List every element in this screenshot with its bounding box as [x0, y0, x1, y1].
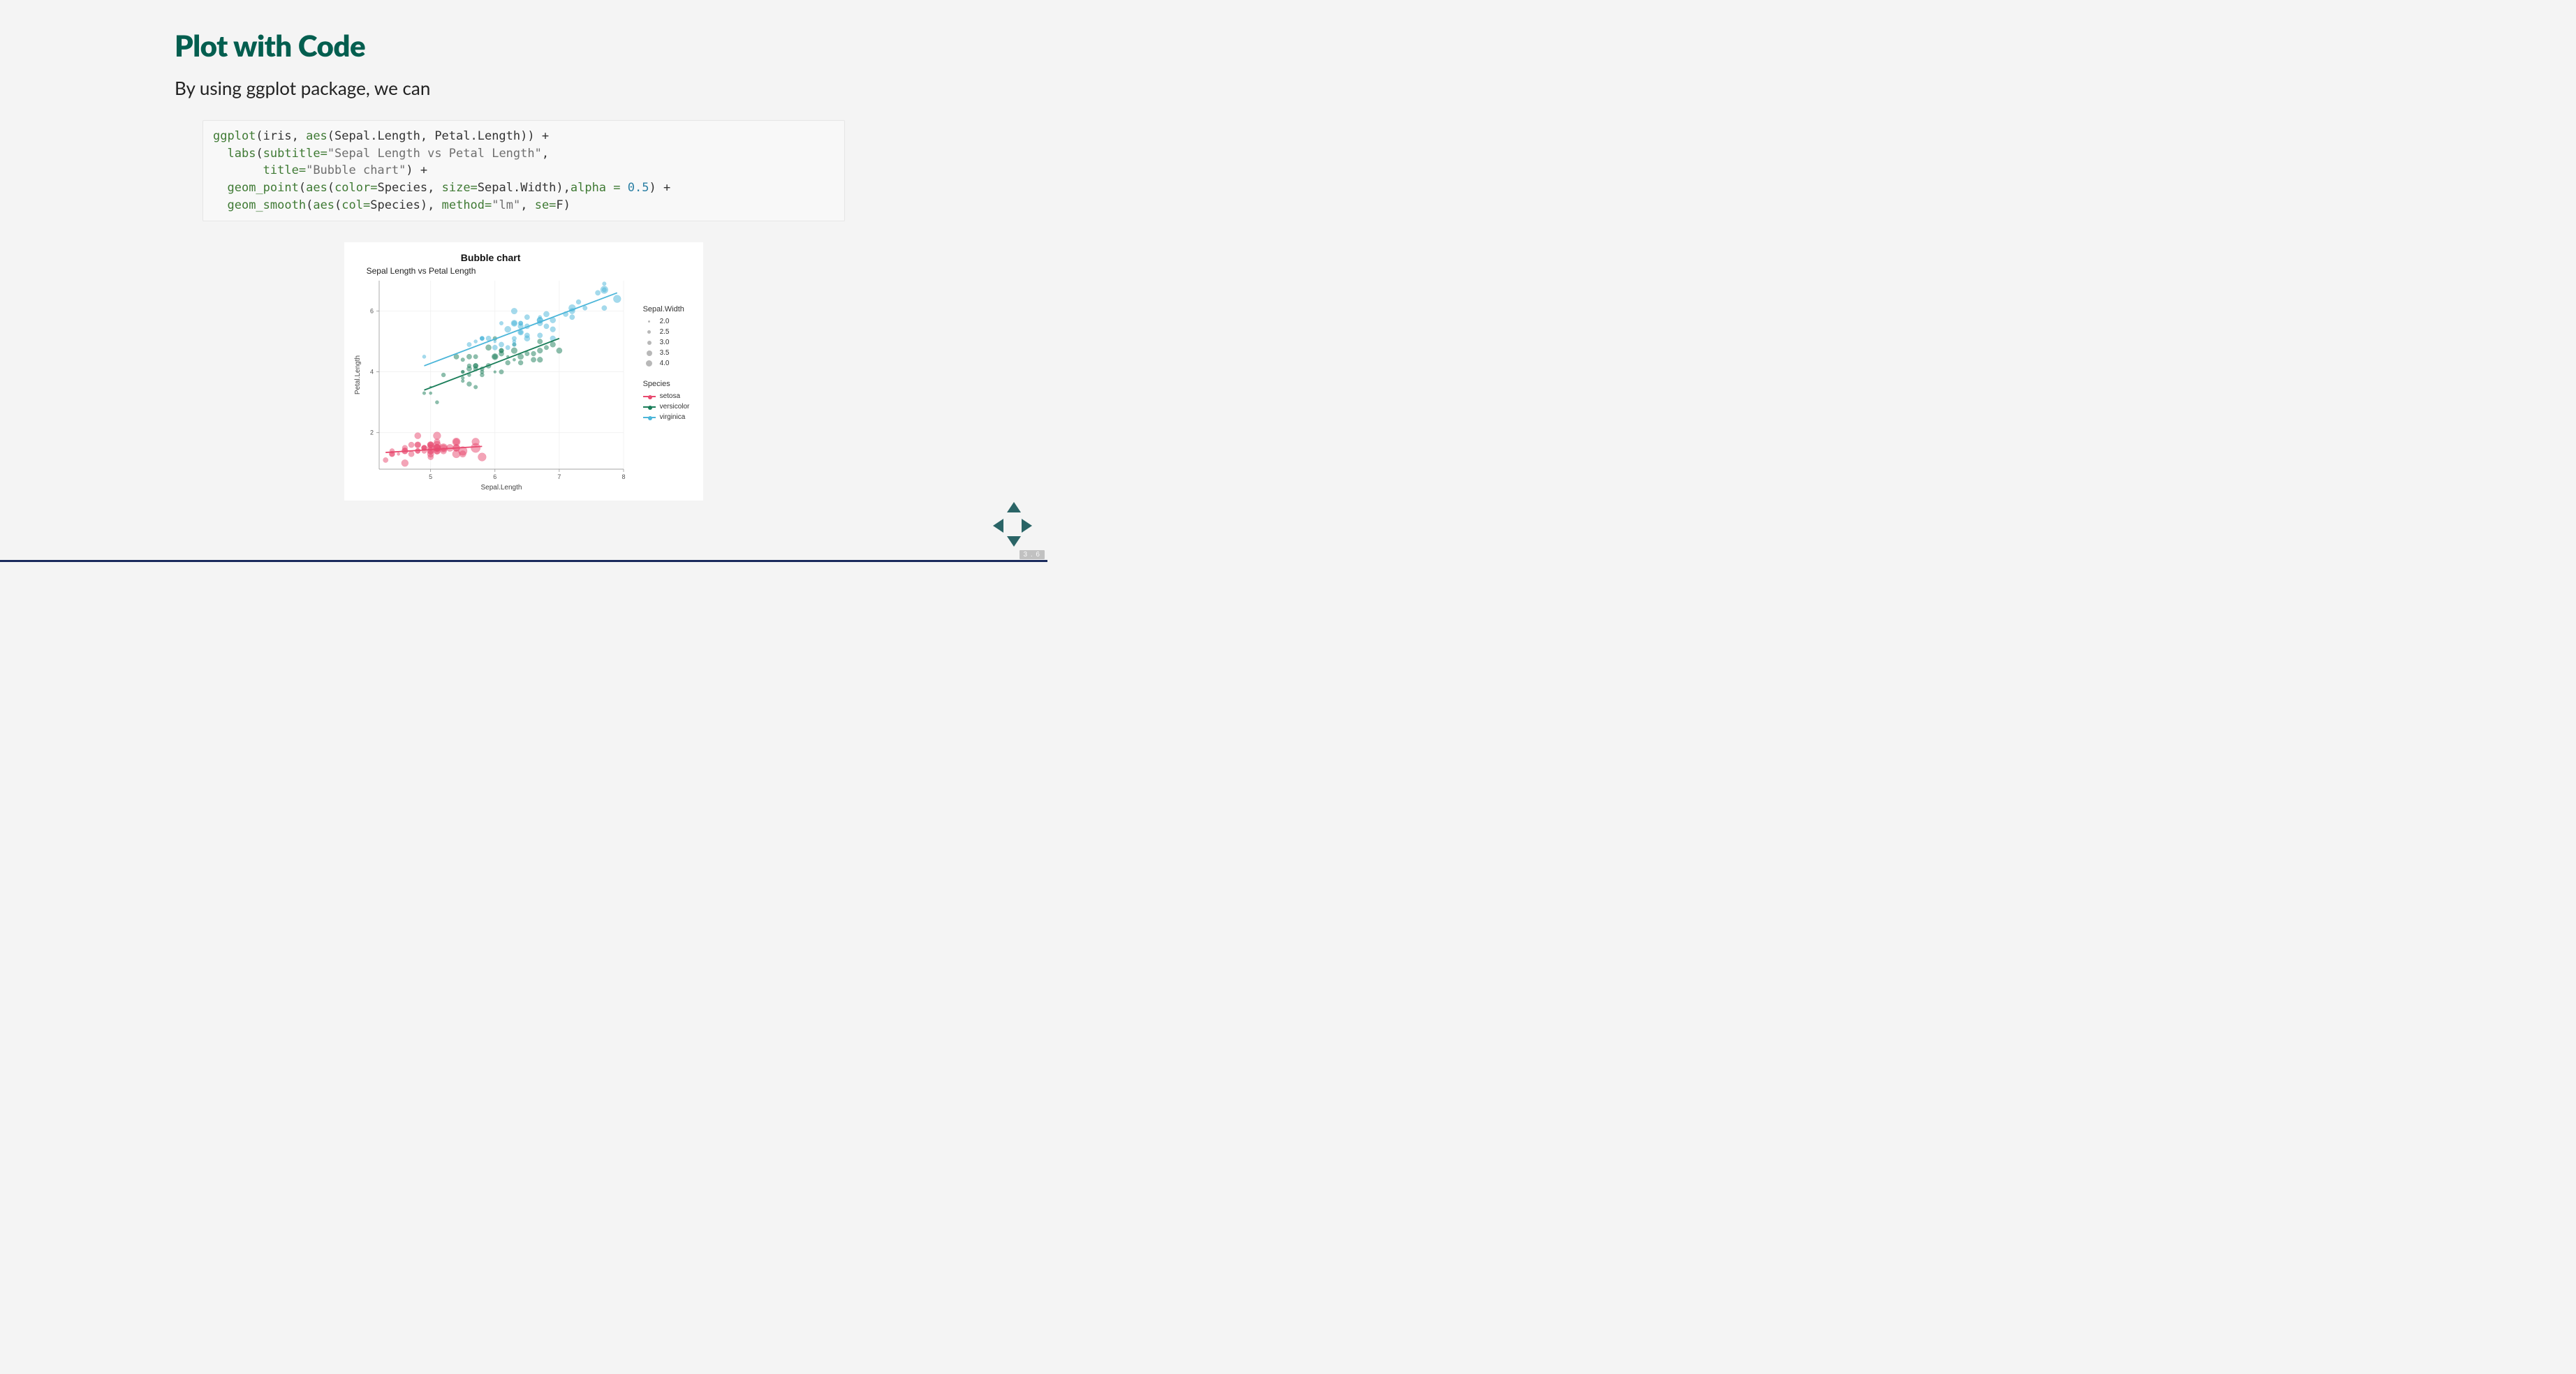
page-number[interactable]: 3 . 6 [1020, 550, 1045, 559]
nav-down-icon[interactable] [1007, 536, 1021, 547]
slide-nav [990, 502, 1035, 547]
nav-left-icon[interactable] [993, 519, 1003, 533]
chart-box: Bubble chart Sepal Length vs Petal Lengt… [344, 242, 704, 501]
nav-up-icon[interactable] [1007, 502, 1021, 512]
svg-text:7: 7 [557, 473, 561, 480]
slide-title: Plot with Code [175, 28, 873, 63]
scatter-plot: 5 6 7 8 2 4 6 Sepal.Length Petal.Length [351, 277, 631, 494]
chart-title: Bubble chart [351, 252, 631, 263]
nav-right-icon[interactable] [1022, 519, 1032, 533]
code-block: ggplot(iris, aes(Sepal.Length, Petal.Len… [203, 120, 845, 221]
svg-text:5: 5 [429, 473, 432, 480]
svg-text:Petal.Length: Petal.Length [354, 355, 362, 394]
slide: Plot with Code By using ggplot package, … [0, 0, 1047, 562]
svg-text:6: 6 [493, 473, 496, 480]
svg-text:4: 4 [370, 369, 374, 376]
svg-text:2: 2 [370, 429, 374, 436]
chart-subtitle: Sepal Length vs Petal Length [367, 266, 476, 276]
plot-column: Bubble chart Sepal Length vs Petal Lengt… [351, 249, 631, 494]
slide-body-text: By using ggplot package, we can [175, 77, 873, 99]
chart-area: Bubble chart Sepal Length vs Petal Lengt… [175, 242, 873, 501]
chart-legend: Sepal.Width2.02.53.03.54.0Speciessetosav… [643, 305, 690, 424]
svg-text:8: 8 [621, 473, 625, 480]
svg-text:6: 6 [370, 308, 374, 315]
svg-text:Sepal.Length: Sepal.Length [480, 484, 522, 492]
footer-accent [0, 560, 1047, 562]
